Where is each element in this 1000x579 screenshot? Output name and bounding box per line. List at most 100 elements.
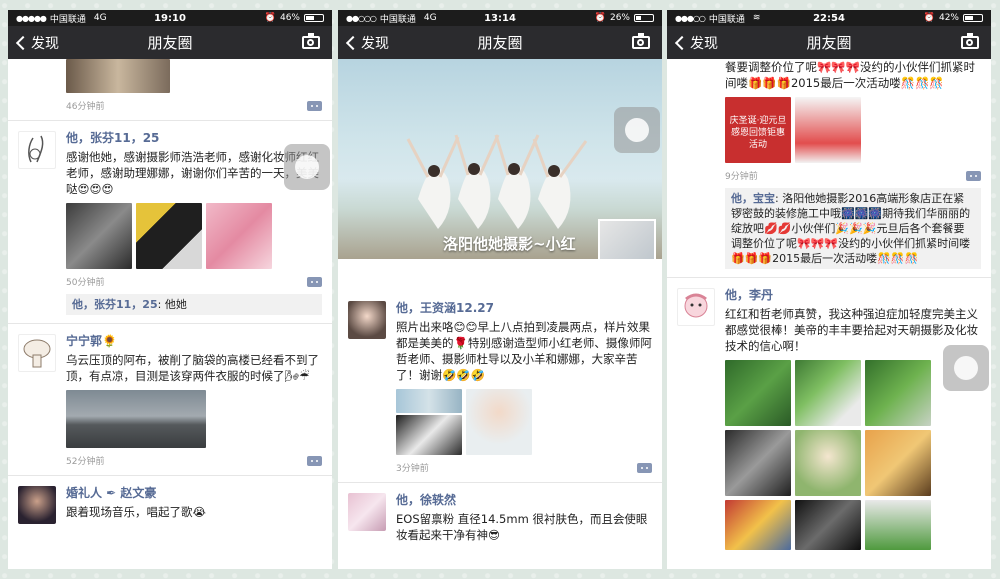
- phone-screenshot-2: ●●○○○ 中国联通 4G 13:14 ⏰ 26% 发现 朋友圈 洛阳他她摄影~…: [338, 10, 662, 569]
- moment-post: 他，李丹 红红和哲老师真赞，我这种强迫症加轻度完美主义都感觉很棒！美帝的丰丰要拾…: [667, 278, 991, 558]
- camera-icon[interactable]: [302, 33, 320, 49]
- post-photo[interactable]: [206, 203, 272, 269]
- post-time: 46分钟前: [66, 102, 105, 112]
- chevron-left-icon: [345, 35, 361, 50]
- back-button[interactable]: 发现: [338, 33, 389, 53]
- battery-icon: [304, 14, 324, 22]
- post-time: 52分钟前: [66, 457, 105, 467]
- comment-text: : 他她: [157, 298, 187, 311]
- post-text: 跟着现场音乐，唱起了歌😭: [66, 505, 206, 519]
- post-photo[interactable]: 庆圣诞·迎元旦 感恩回馈钜惠活动: [725, 97, 791, 163]
- post-photos: [66, 390, 322, 448]
- moments-feed: 46分钟前 他，张芬11，25 感谢他她，感谢摄影师浩浩老师，感谢化妆师红红老师…: [8, 59, 332, 569]
- comment-author[interactable]: 他，张芬11，25: [72, 298, 158, 311]
- post-photo[interactable]: [865, 360, 931, 426]
- avatar[interactable]: [18, 486, 56, 524]
- chevron-left-icon: [15, 35, 31, 50]
- post-photo[interactable]: [725, 360, 791, 426]
- post-photo[interactable]: [466, 389, 532, 455]
- post-photo[interactable]: [795, 97, 861, 163]
- post-photo[interactable]: [66, 59, 170, 93]
- status-bar: ●●○○○ 中国联通 4G 13:14 ⏰ 26%: [338, 10, 662, 26]
- post-photo[interactable]: [865, 500, 931, 550]
- clock: 22:54: [813, 12, 845, 24]
- status-bar: ●●●○○ 中国联通 ≋ 22:54 ⏰ 42%: [667, 10, 991, 26]
- post-time: 3分钟前: [396, 464, 429, 474]
- avatar[interactable]: [348, 493, 386, 531]
- moments-feed: 餐要调整价位了呢🎀🎀🎀没约的小伙伴们抓紧时间喽🎁🎁🎁2015最后一次活动喽🎊🎊🎊…: [667, 59, 991, 569]
- comment-icon[interactable]: [307, 276, 322, 287]
- cover-photo[interactable]: 洛阳他她摄影~小红: [338, 59, 662, 259]
- comment-icon[interactable]: [966, 170, 981, 181]
- post-photos: [396, 389, 652, 455]
- comment-item: 他，宝宝: 洛阳他她摄影2016高端形象店正在紧锣密鼓的装修施工中哦🎆🎆🎆期待我…: [725, 188, 981, 269]
- post-photos: [725, 360, 981, 550]
- avatar[interactable]: [18, 334, 56, 372]
- moment-post: 46分钟前: [8, 59, 332, 121]
- post-text: EOS留禀粉 直径14.5mm 很衬肤色，而且会使眼妆看起来干净有神😎: [396, 512, 648, 542]
- post-photo[interactable]: [396, 389, 462, 413]
- post-photo[interactable]: [725, 500, 791, 550]
- post-photo[interactable]: [795, 500, 861, 550]
- comment-icon[interactable]: [307, 455, 322, 466]
- post-text: 照片出来咯😊😊早上八点拍到凌晨两点，样片效果都是美美的🌹特别感谢造型师小红老师、…: [396, 320, 652, 382]
- clock: 19:10: [154, 12, 186, 24]
- camera-icon[interactable]: [632, 33, 650, 49]
- post-photos: [66, 203, 322, 269]
- post-photo[interactable]: [396, 415, 462, 455]
- post-photo[interactable]: [66, 390, 206, 448]
- post-text: 红红和哲老师真赞，我这种强迫症加轻度完美主义都感觉很棒！美帝的丰丰要拾起对天朝摄…: [725, 307, 978, 353]
- comment-icon[interactable]: [307, 100, 322, 111]
- post-photo[interactable]: [795, 360, 861, 426]
- cover-title: 洛阳他她摄影~小红: [443, 235, 576, 253]
- avatar[interactable]: [677, 288, 715, 326]
- avatar[interactable]: [348, 301, 386, 339]
- post-photo[interactable]: [795, 430, 861, 496]
- post-text: 餐要调整价位了呢🎀🎀🎀没约的小伙伴们抓紧时间喽🎁🎁🎁2015最后一次活动喽🎊🎊🎊: [725, 60, 975, 90]
- assistive-touch-button[interactable]: [614, 107, 660, 153]
- post-author[interactable]: 宁宁郭🌻: [66, 332, 322, 350]
- post-time: 9分钟前: [725, 172, 758, 182]
- post-author[interactable]: 他，李丹: [725, 286, 981, 304]
- post-author[interactable]: 他，王资涵12.27: [396, 299, 652, 317]
- post-text: 乌云压顶的阿布，被削了脑袋的高楼已经看不到了顶，有点凉，目测是该穿两件衣服的时候…: [66, 353, 319, 383]
- camera-icon[interactable]: [961, 33, 979, 49]
- phone-screenshot-3: ●●●○○ 中国联通 ≋ 22:54 ⏰ 42% 发现 朋友圈 餐要调整价位了呢…: [667, 10, 991, 569]
- promo-text: 庆圣诞·迎元旦 感恩回馈钜惠活动: [729, 116, 787, 150]
- profile-avatar[interactable]: [598, 219, 656, 259]
- post-photo[interactable]: [865, 430, 931, 496]
- moment-post: 餐要调整价位了呢🎀🎀🎀没约的小伙伴们抓紧时间喽🎁🎁🎁2015最后一次活动喽🎊🎊🎊…: [667, 59, 991, 278]
- battery-icon: [634, 14, 654, 22]
- post-time: 50分钟前: [66, 278, 105, 288]
- back-label: 发现: [361, 35, 389, 52]
- nav-bar: 发现 朋友圈: [338, 26, 662, 59]
- status-bar: ●●●●● 中国联通 4G 19:10 ⏰ 46%: [8, 10, 332, 26]
- assistive-touch-button[interactable]: [943, 345, 989, 391]
- nav-bar: 发现 朋友圈: [667, 26, 991, 59]
- post-photo[interactable]: [66, 203, 132, 269]
- post-author[interactable]: 他，徐轶然: [396, 491, 652, 509]
- moment-post: 宁宁郭🌻 乌云压顶的阿布，被削了脑袋的高楼已经看不到了顶，有点凉，目测是该穿两件…: [8, 324, 332, 476]
- assistive-touch-button[interactable]: [284, 144, 330, 190]
- moment-post: 他，徐轶然 EOS留禀粉 直径14.5mm 很衬肤色，而且会使眼妆看起来干净有神…: [338, 483, 662, 551]
- post-photos: 庆圣诞·迎元旦 感恩回馈钜惠活动: [725, 97, 981, 163]
- post-author[interactable]: 他，张芬11，25: [66, 129, 322, 147]
- comment-item: 他，张芬11，25: 他她: [66, 294, 322, 315]
- back-button[interactable]: 发现: [667, 33, 718, 53]
- nav-bar: 发现 朋友圈: [8, 26, 332, 59]
- back-label: 发现: [31, 35, 59, 52]
- post-author[interactable]: 婚礼人 ✒ 赵文豪: [66, 484, 322, 502]
- phone-screenshot-1: ●●●●● 中国联通 4G 19:10 ⏰ 46% 发现 朋友圈 46分钟前 他…: [8, 10, 332, 569]
- chevron-left-icon: [674, 35, 690, 50]
- avatar[interactable]: [18, 131, 56, 169]
- back-button[interactable]: 发现: [8, 33, 59, 53]
- post-photo[interactable]: [725, 430, 791, 496]
- moment-post: 婚礼人 ✒ 赵文豪 跟着现场音乐，唱起了歌😭: [8, 476, 332, 528]
- battery-icon: [963, 14, 983, 22]
- moment-post: 他，王资涵12.27 照片出来咯😊😊早上八点拍到凌晨两点，样片效果都是美美的🌹特…: [338, 291, 662, 483]
- clock: 13:14: [484, 12, 516, 24]
- post-photo[interactable]: [136, 203, 202, 269]
- back-label: 发现: [690, 35, 718, 52]
- comment-author[interactable]: 他，宝宝: [731, 192, 775, 205]
- comment-icon[interactable]: [637, 462, 652, 473]
